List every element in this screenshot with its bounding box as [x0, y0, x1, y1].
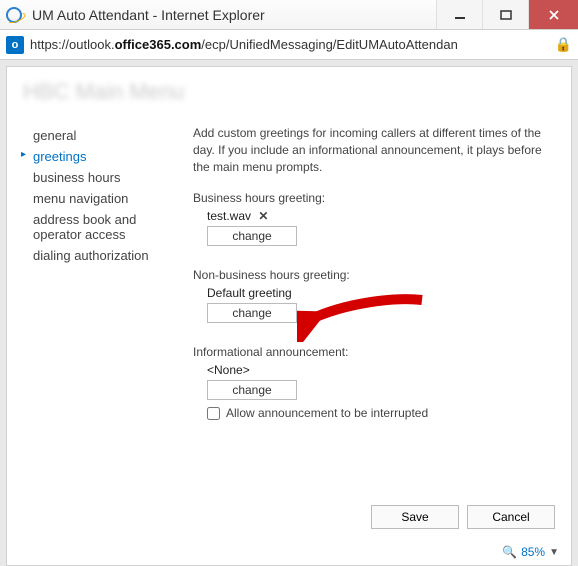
sidebar-item-dialing-authorization[interactable]: dialing authorization [23, 245, 173, 266]
cancel-button[interactable]: Cancel [467, 505, 555, 529]
informational-file-name: <None> [207, 363, 250, 377]
url-host-pre: outlook. [69, 37, 115, 52]
minimize-button[interactable] [436, 0, 482, 29]
nonbusiness-file-name: Default greeting [207, 286, 292, 300]
business-file-row: test.wav ✕ [193, 209, 555, 223]
business-file-name: test.wav [207, 209, 251, 223]
nonbusiness-change-button[interactable]: change [207, 303, 297, 323]
outlook-icon: o [6, 36, 24, 54]
zoom-icon: 🔍 [502, 545, 517, 559]
business-file-clear-icon[interactable]: ✕ [258, 209, 268, 223]
url-field[interactable]: https://outlook.office365.com/ecp/Unifie… [30, 37, 549, 52]
url-path: /ecp/UnifiedMessaging/EditUMAutoAttendan [201, 37, 458, 52]
address-bar[interactable]: o https://outlook.office365.com/ecp/Unif… [0, 30, 578, 60]
sidebar-item-address-book[interactable]: address book and operator access [23, 209, 173, 245]
footer-buttons: Save Cancel [371, 505, 555, 529]
nonbusiness-file-row: Default greeting [193, 286, 555, 300]
sidebar-item-general[interactable]: general [23, 125, 173, 146]
sidebar-item-greetings[interactable]: greetings [23, 146, 173, 167]
sidebar-item-business-hours[interactable]: business hours [23, 167, 173, 188]
allow-interrupt-checkbox[interactable] [207, 407, 220, 420]
window-title: UM Auto Attendant - Internet Explorer [32, 7, 436, 23]
sidebar: general greetings business hours menu na… [23, 125, 173, 420]
allow-interrupt-label: Allow announcement to be interrupted [226, 406, 428, 420]
url-scheme: https:// [30, 37, 69, 52]
informational-label: Informational announcement: [193, 345, 555, 359]
sidebar-item-menu-navigation[interactable]: menu navigation [23, 188, 173, 209]
business-label: Business hours greeting: [193, 191, 555, 205]
allow-interrupt-row[interactable]: Allow announcement to be interrupted [193, 406, 555, 420]
intro-text: Add custom greetings for incoming caller… [193, 125, 555, 175]
informational-file-row: <None> [193, 363, 555, 377]
maximize-button[interactable] [482, 0, 528, 29]
zoom-indicator[interactable]: 🔍 85% ▼ [502, 545, 559, 559]
content: HBC Main Menu general greetings business… [6, 66, 572, 566]
nonbusiness-label: Non-business hours greeting: [193, 268, 555, 282]
ie-icon [6, 7, 22, 23]
url-host: office365.com [115, 37, 202, 52]
close-button[interactable] [528, 0, 578, 29]
titlebar: UM Auto Attendant - Internet Explorer [0, 0, 578, 30]
page-title: HBC Main Menu [23, 79, 555, 105]
window-controls [436, 0, 578, 29]
lock-icon: 🔒 [555, 36, 572, 53]
business-change-button[interactable]: change [207, 226, 297, 246]
main-panel: Add custom greetings for incoming caller… [193, 125, 555, 420]
informational-change-button[interactable]: change [207, 380, 297, 400]
save-button[interactable]: Save [371, 505, 459, 529]
zoom-value: 85% [521, 545, 545, 559]
chevron-down-icon[interactable]: ▼ [549, 547, 559, 558]
